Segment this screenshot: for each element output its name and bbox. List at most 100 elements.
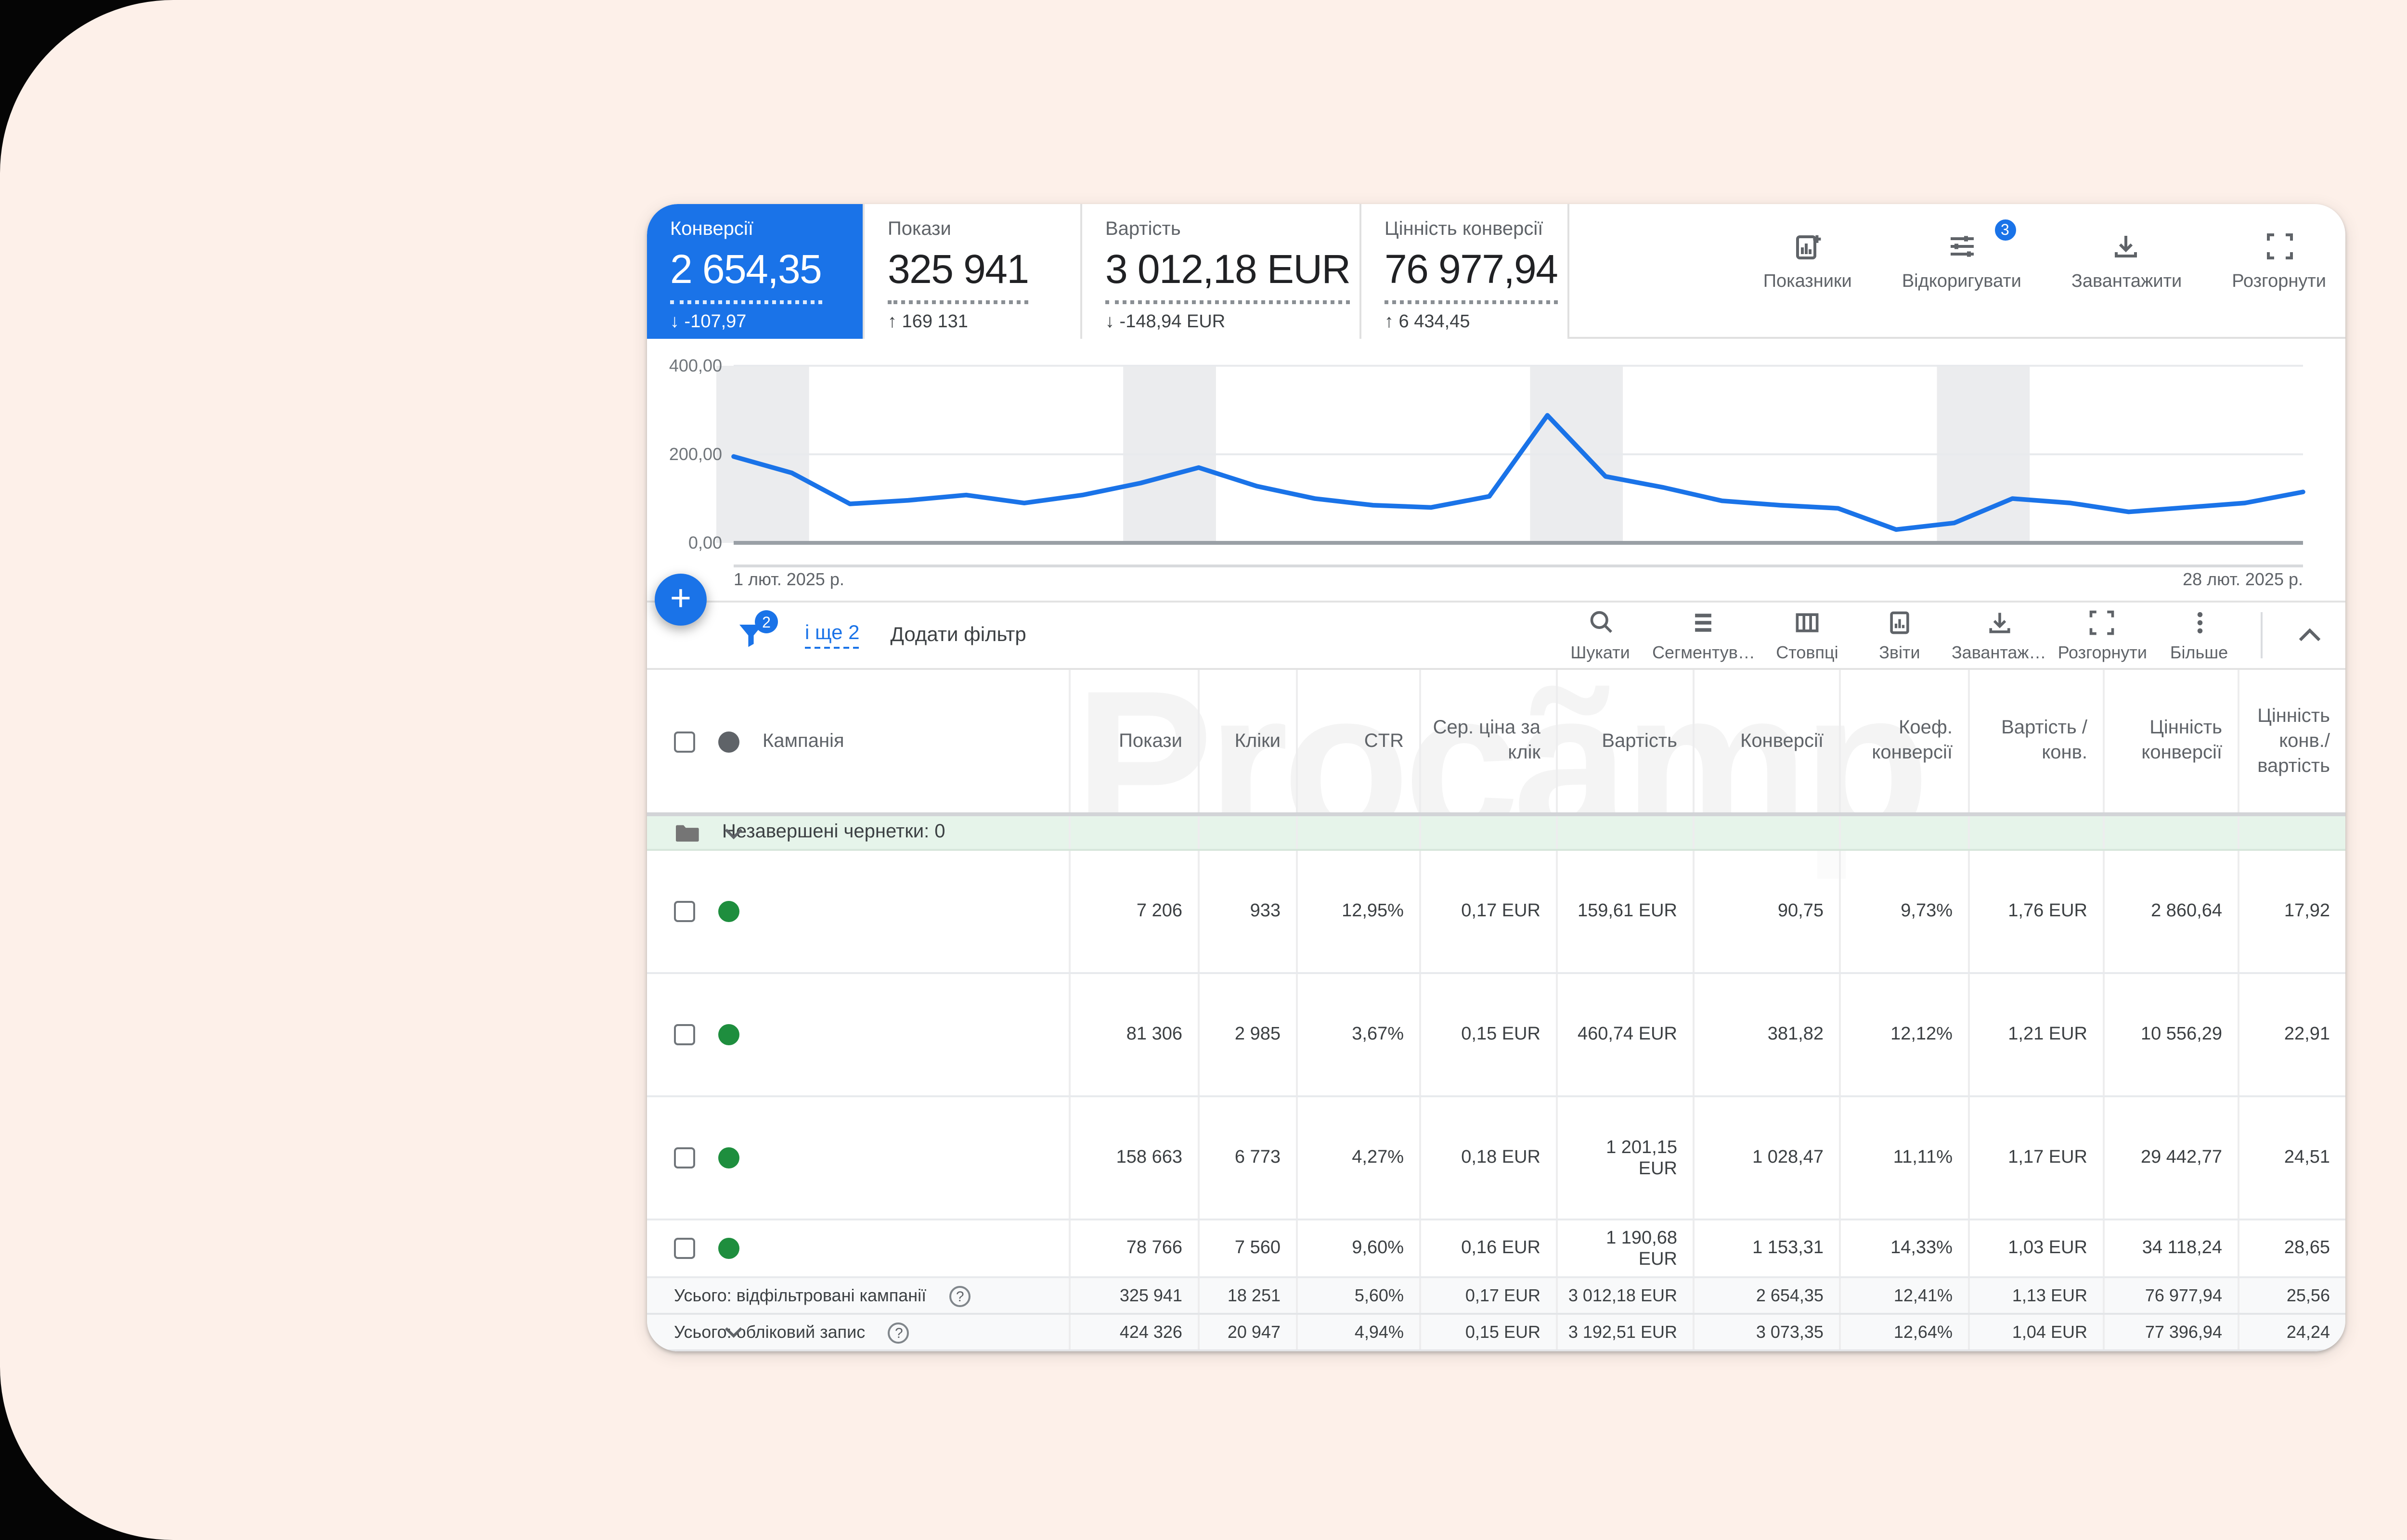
download-button[interactable]: Завантажити (2071, 231, 2182, 293)
campaign-row: 7 206 933 12,95% 0,17 EUR 159,61 EUR 90,… (647, 851, 2345, 974)
table-cell: 5,60% (1296, 1278, 1419, 1313)
row-checkbox[interactable] (674, 901, 695, 922)
column-header[interactable]: Вартість / конв. (1978, 716, 2087, 766)
table-cell: 3 012,18 EUR (1556, 1278, 1693, 1313)
table-cell: 4,27% (1296, 1097, 1419, 1219)
adjust-badge: 3 (1993, 218, 2018, 243)
more-button[interactable]: Більше (2159, 608, 2239, 662)
table-cell: 0,17 EUR (1419, 851, 1556, 972)
table-cell: 22,91 (2238, 974, 2345, 1095)
table-cell: 11,11% (1839, 1097, 1968, 1219)
tool-label: Розгорнути (2058, 643, 2147, 662)
metric-label: Покази (888, 219, 1057, 241)
filter-bar: 2 і ще 2 Додати фільтр Шукати (647, 601, 2345, 670)
help-icon[interactable]: ? (888, 1322, 909, 1343)
metric-card-conversions[interactable]: Конверсії 2 654,35 ↓ -107,97 (647, 204, 865, 339)
metric-delta: ↓ -107,97 (670, 312, 840, 333)
add-campaign-fab[interactable]: + (655, 574, 707, 626)
drafts-group-row[interactable]: Незавершені чернетки: 0 (647, 816, 2345, 851)
metric-card-cost[interactable]: Вартість 3 012,18 EUR ↓ -148,94 EUR (1082, 204, 1361, 339)
summary-label: Усього: обліковий запис (674, 1322, 865, 1342)
table-cell: 12,41% (1839, 1278, 1968, 1313)
svg-text:1 лют. 2025 р.: 1 лют. 2025 р. (734, 569, 844, 589)
table-cell: 7 206 (1069, 851, 1198, 972)
table-cell: 12,95% (1296, 851, 1419, 972)
expand-icon (2088, 608, 2117, 637)
status-enabled-icon (718, 1147, 739, 1168)
chevron-down-icon[interactable] (724, 827, 743, 838)
search-button[interactable]: Шукати (1560, 608, 1641, 662)
table-cell: 10 556,29 (2103, 974, 2238, 1095)
trend-chart-svg: 0,00200,00400,001 лют. 2025 р.28 лют. 20… (647, 339, 2345, 593)
table-cell: 78 766 (1069, 1220, 1198, 1276)
campaigns-table: Кампанія Покази Кліки CTR Сер. ціна за к… (647, 670, 2345, 1351)
filter-badge: 2 (755, 610, 778, 633)
column-header[interactable]: Конверсії (1740, 729, 1824, 754)
table-cell: 7 560 (1198, 1220, 1296, 1276)
metric-label: Конверсії (670, 219, 840, 241)
filter-button[interactable]: 2 (736, 620, 770, 651)
column-header[interactable]: Кампанія (763, 729, 844, 754)
row-checkbox[interactable] (674, 1147, 695, 1168)
download-icon (2111, 231, 2142, 262)
table-cell: 12,64% (1839, 1315, 1968, 1349)
more-filters-link[interactable]: і ще 2 (805, 622, 860, 649)
metric-card-conv-value[interactable]: Цінність конверсії 76 977,94 ↑ 6 434,45 (1361, 204, 1569, 339)
table-cell: 2 654,35 (1693, 1278, 1839, 1313)
table-cell: 9,60% (1296, 1220, 1419, 1276)
table-cell: 2 860,64 (2103, 851, 2238, 972)
column-header[interactable]: Покази (1119, 729, 1182, 754)
tool-label: Звіти (1879, 643, 1920, 662)
table-cell: 17,92 (2238, 851, 2345, 972)
collapse-table-button[interactable] (2284, 610, 2334, 660)
columns-button[interactable]: Стовпці (1767, 608, 1848, 662)
table-cell: 1,13 EUR (1968, 1278, 2103, 1313)
table-cell: 3 073,35 (1693, 1315, 1839, 1349)
expand-table-button[interactable]: Розгорнути (2058, 608, 2147, 662)
metric-value: 2 654,35 (670, 248, 821, 304)
table-cell: 14,33% (1839, 1220, 1968, 1276)
column-header[interactable]: Сер. ціна за клік (1429, 716, 1540, 766)
tool-label: Розгорнути (2232, 271, 2326, 293)
metric-value: 325 941 (888, 248, 1029, 304)
metrics-button[interactable]: Показники (1763, 231, 1852, 293)
download-table-button[interactable]: Завантаж… (1952, 608, 2046, 662)
drafts-label: Незавершені чернетки: 0 (722, 822, 945, 843)
status-column-icon[interactable] (718, 731, 739, 752)
column-header[interactable]: CTR (1364, 729, 1404, 754)
column-header[interactable]: Коеф. конверсії (1849, 716, 1953, 766)
plus-icon: + (670, 578, 691, 621)
column-header[interactable]: Вартість (1602, 729, 1677, 754)
table-cell: 1,21 EUR (1968, 974, 2103, 1095)
tool-label: Відкоригувати (1902, 271, 2021, 293)
add-filter-button[interactable]: Додати фільтр (891, 624, 1026, 647)
row-checkbox[interactable] (674, 1024, 695, 1045)
column-header[interactable]: Цінність конверсії (2112, 716, 2222, 766)
table-cell: 933 (1198, 851, 1296, 972)
status-enabled-icon (718, 1024, 739, 1045)
row-checkbox[interactable] (674, 1238, 695, 1259)
select-all-checkbox[interactable] (674, 731, 695, 752)
column-header[interactable]: Цінність конв./ вартість (2247, 704, 2330, 779)
table-cell: 1,17 EUR (1968, 1097, 2103, 1219)
column-header[interactable]: Кліки (1235, 729, 1281, 754)
expand-button[interactable]: Розгорнути (2232, 231, 2326, 293)
segment-icon (1689, 608, 1718, 637)
table-cell: 4,94% (1296, 1315, 1419, 1349)
table-cell: 20 947 (1198, 1315, 1296, 1349)
adjust-button[interactable]: 3 Відкоригувати (1902, 231, 2021, 293)
svg-text:28 лют. 2025 р.: 28 лют. 2025 р. (2183, 569, 2303, 589)
help-icon[interactable]: ? (949, 1285, 971, 1306)
reports-button[interactable]: Звіти (1859, 608, 1940, 662)
metric-value: 76 977,94 (1385, 248, 1557, 304)
chevron-down-icon[interactable] (724, 1326, 743, 1338)
tool-label: Завантажити (2071, 271, 2182, 293)
table-cell: 24,24 (2238, 1315, 2345, 1349)
table-cell: 0,16 EUR (1419, 1220, 1556, 1276)
metric-card-impressions[interactable]: Покази 325 941 ↑ 169 131 (865, 204, 1082, 339)
table-cell: 1 190,68 EUR (1556, 1220, 1693, 1276)
segment-button[interactable]: Сегментув… (1652, 608, 1755, 662)
summary-label: Усього: відфільтровані кампанії (674, 1286, 926, 1305)
summary-row-account: Усього: обліковий запис ? 424 326 20 947… (647, 1315, 2345, 1351)
table-cell: 325 941 (1069, 1278, 1198, 1313)
